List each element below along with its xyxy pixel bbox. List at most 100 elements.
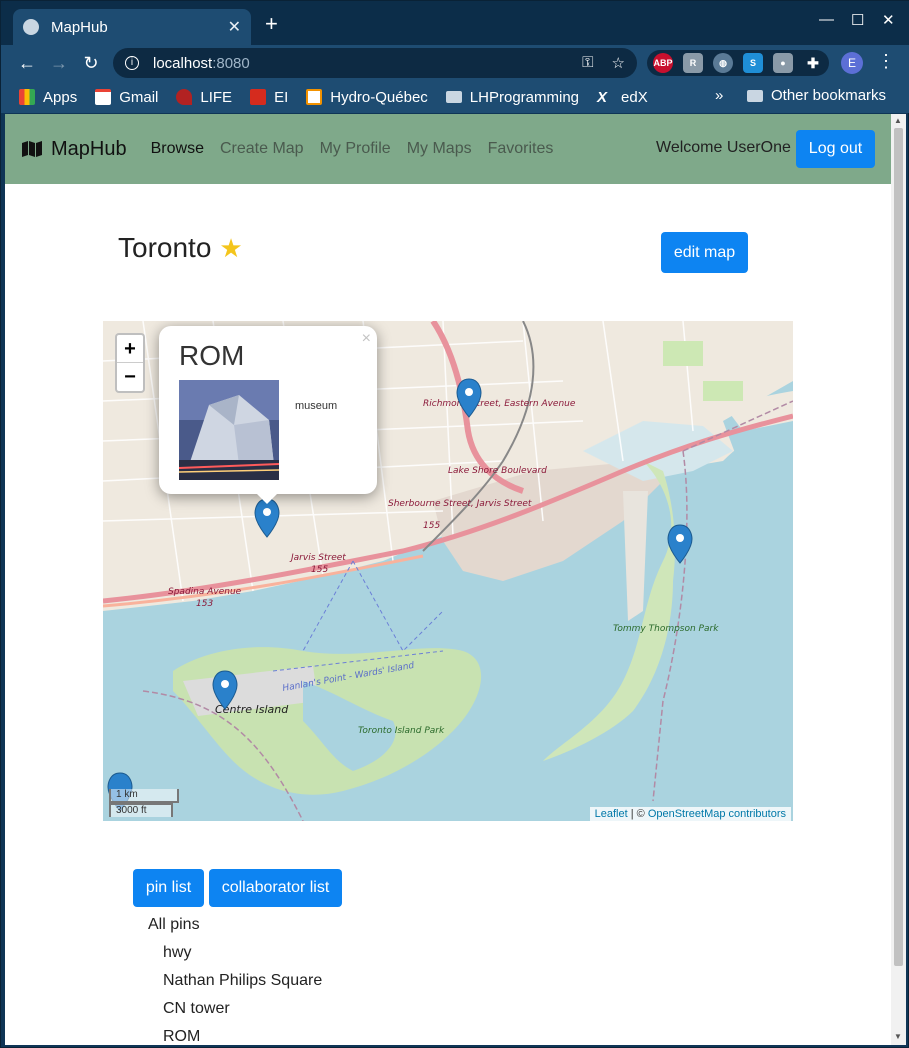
scale-km: 1 km xyxy=(109,789,179,803)
page-viewport: MapHub Browse Create Map My Profile My M… xyxy=(5,114,891,1045)
popup-description: museum xyxy=(295,400,338,412)
new-tab-button[interactable]: + xyxy=(265,13,278,35)
reload-button[interactable]: ↻ xyxy=(79,51,103,75)
bookmark-life[interactable]: LIFE xyxy=(176,89,232,106)
zoom-out-button[interactable]: − xyxy=(117,363,143,391)
page-title: Toronto xyxy=(118,232,212,263)
reader-extension-icon[interactable]: R xyxy=(683,53,703,73)
life-icon xyxy=(176,89,193,105)
bookmark-lhprogramming[interactable]: LHProgramming xyxy=(445,88,580,106)
maple-leaf-icon xyxy=(250,89,267,105)
map-label-route-155a: 155 xyxy=(423,521,440,531)
puzzle-extensions-icon[interactable]: ✚ xyxy=(803,53,823,73)
scroll-up-icon[interactable]: ▲ xyxy=(894,116,902,125)
nav-link-create-map[interactable]: Create Map xyxy=(220,140,304,158)
edit-map-button[interactable]: edit map xyxy=(661,232,748,273)
app-navbar: MapHub Browse Create Map My Profile My M… xyxy=(5,114,891,184)
back-button[interactable]: ← xyxy=(15,51,39,75)
attribution-separator: | © xyxy=(627,808,648,820)
bookmarks-bar: Apps Gmail LIFE EI Hydro-Québec LHProgra… xyxy=(1,81,909,113)
bookmark-ei[interactable]: EI xyxy=(250,89,288,106)
nav-link-browse[interactable]: Browse xyxy=(151,140,204,158)
map-label-tommy-thompson: Tommy Thompson Park xyxy=(613,624,719,634)
marker-popup: ROM × museum xyxy=(159,326,377,504)
url-port: :8080 xyxy=(212,54,250,72)
maximize-button[interactable]: ☐ xyxy=(851,11,864,29)
folder-icon xyxy=(445,91,462,103)
key-icon[interactable]: ⚿ xyxy=(582,54,593,72)
site-info-icon[interactable]: i xyxy=(125,56,139,70)
globe-extension-icon[interactable]: ◍ xyxy=(713,53,733,73)
pin-list-button[interactable]: pin list xyxy=(133,869,204,907)
bookmark-label: edX xyxy=(621,88,648,106)
star-icon[interactable]: ★ xyxy=(219,233,242,264)
map-title: Toronto ★ xyxy=(118,232,243,264)
globe-icon xyxy=(23,19,39,35)
pin-list-item[interactable]: Nathan Philips Square xyxy=(163,972,322,990)
pin-list-item[interactable]: ROM xyxy=(163,1028,200,1045)
leaflet-link[interactable]: Leaflet xyxy=(595,808,628,820)
map-attribution: Leaflet | © OpenStreetMap contributors xyxy=(589,807,791,821)
collaborator-list-button[interactable]: collaborator list xyxy=(209,869,342,907)
popup-close-icon[interactable]: × xyxy=(362,330,371,348)
map-label-route-155b: 155 xyxy=(311,565,328,575)
pin-list-heading: All pins xyxy=(148,916,200,933)
nav-link-my-maps[interactable]: My Maps xyxy=(407,140,472,158)
map-view[interactable]: Richmond Street, Eastern Avenue Lake Sho… xyxy=(103,321,793,821)
bookmark-star-icon[interactable]: ☆ xyxy=(612,54,625,72)
map-label-route-153: 153 xyxy=(196,599,213,609)
browser-window: MapHub ✕ + — ☐ ✕ ← → ↻ i localhost:8080 … xyxy=(0,0,909,1048)
map-label-island-park: Toronto Island Park xyxy=(358,726,445,736)
brand[interactable]: MapHub xyxy=(21,138,127,161)
zoom-in-button[interactable]: + xyxy=(117,335,143,363)
profile-avatar[interactable]: E xyxy=(841,52,863,74)
address-bar[interactable]: i localhost:8080 ⚿ ☆ xyxy=(113,48,637,78)
scale-ft: 3000 ft xyxy=(109,803,173,817)
more-bookmarks-chevron[interactable]: » xyxy=(715,87,723,104)
s-extension-icon[interactable]: S xyxy=(743,53,763,73)
close-tab-icon[interactable]: ✕ xyxy=(228,17,241,37)
scroll-down-icon[interactable]: ▼ xyxy=(894,1032,902,1041)
other-bookmarks[interactable]: Other bookmarks xyxy=(747,87,886,104)
apps-grid-icon xyxy=(19,89,35,105)
url-host: localhost xyxy=(153,54,213,72)
gmail-icon xyxy=(95,89,112,105)
browser-menu-icon[interactable]: ⋮ xyxy=(877,51,895,72)
bookmark-hydro-quebec[interactable]: Hydro-Québec xyxy=(306,89,428,106)
edx-icon: X xyxy=(597,89,608,106)
close-window-button[interactable]: ✕ xyxy=(882,11,895,29)
hydro-quebec-icon xyxy=(306,89,323,105)
map-scale: 1 km 3000 ft xyxy=(109,789,179,817)
bulb-extension-icon[interactable]: ● xyxy=(773,53,793,73)
map-label-spadina: Spadina Avenue xyxy=(168,587,242,597)
tab-strip: MapHub ✕ + — ☐ ✕ xyxy=(1,1,909,45)
page-scrollbar[interactable]: ▲ ▼ xyxy=(891,114,906,1045)
adblock-extension-icon[interactable]: ABP xyxy=(653,53,673,73)
extensions-bar: ABP R ◍ S ● ✚ xyxy=(647,50,829,76)
bookmark-label: Apps xyxy=(43,88,78,106)
pin-list-item[interactable]: CN tower xyxy=(163,1000,230,1018)
nav-link-my-profile[interactable]: My Profile xyxy=(320,140,391,158)
bookmark-label: LHProgramming xyxy=(469,88,580,106)
nav-link-favorites[interactable]: Favorites xyxy=(488,140,554,158)
scrollbar-thumb[interactable] xyxy=(894,128,903,966)
welcome-text: Welcome UserOne xyxy=(656,139,791,156)
popup-image xyxy=(179,380,279,480)
bookmark-label: EI xyxy=(274,88,289,106)
map-icon xyxy=(22,141,42,157)
bookmark-edx[interactable]: X edX xyxy=(597,88,648,107)
osm-link[interactable]: OpenStreetMap contributors xyxy=(648,808,786,820)
map-label-sherbourne: Sherbourne Street, Jarvis Street xyxy=(388,499,532,509)
minimize-button[interactable]: — xyxy=(819,11,834,28)
forward-button[interactable]: → xyxy=(47,51,71,75)
pin-list-item[interactable]: hwy xyxy=(163,944,191,962)
bookmark-apps[interactable]: Apps xyxy=(19,89,77,106)
browser-toolbar: ← → ↻ i localhost:8080 ⚿ ☆ ABP R ◍ S ● ✚… xyxy=(1,45,909,81)
map-label-richmond: Richmond Street, Eastern Avenue xyxy=(423,399,576,409)
map-label-lakeshore: Lake Shore Boulevard xyxy=(448,466,547,476)
brand-name: MapHub xyxy=(51,137,127,160)
logout-button[interactable]: Log out xyxy=(796,130,875,168)
browser-tab[interactable]: MapHub ✕ xyxy=(13,9,251,45)
zoom-control: + − xyxy=(115,333,145,393)
bookmark-gmail[interactable]: Gmail xyxy=(95,89,158,106)
